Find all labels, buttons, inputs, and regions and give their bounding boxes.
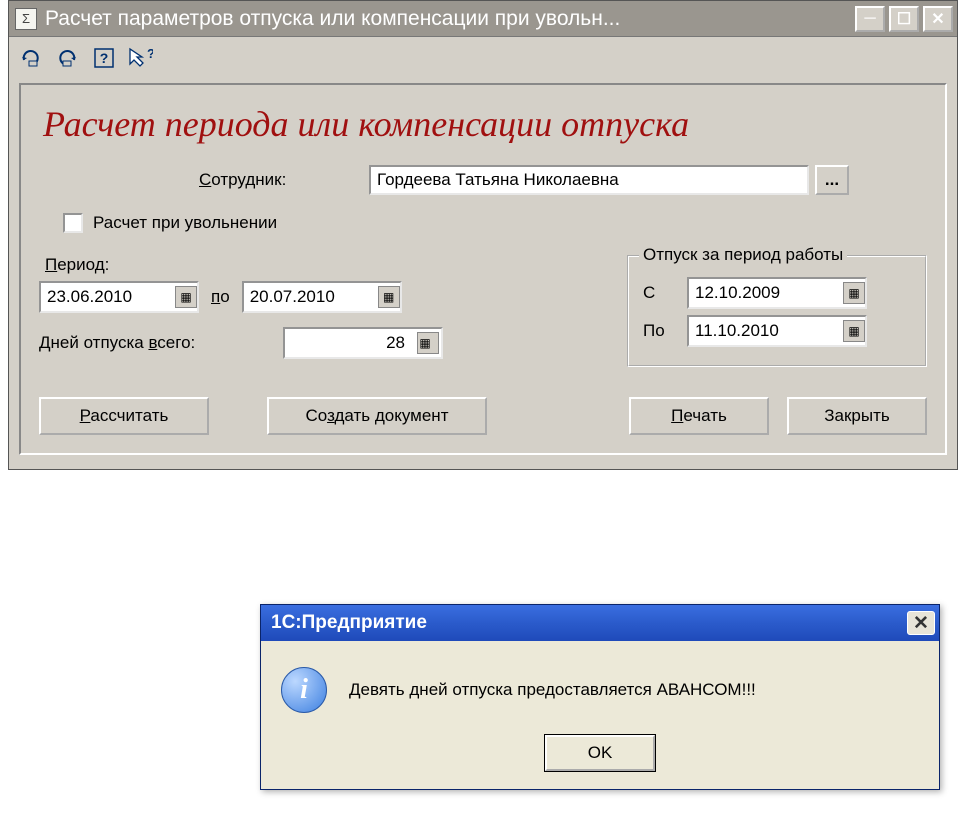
period-to-label: по bbox=[211, 287, 230, 307]
employee-row: Сотрудник: Гордеева Татьяна Николаевна .… bbox=[39, 165, 927, 195]
work-period-legend: Отпуск за период работы bbox=[639, 245, 847, 265]
create-document-button[interactable]: Создать документ bbox=[267, 397, 487, 435]
minimize-button[interactable]: ─ bbox=[855, 6, 885, 32]
days-input[interactable]: 28 ▦ bbox=[283, 327, 443, 359]
maximize-button[interactable]: ☐ bbox=[889, 6, 919, 32]
dismissal-checkbox[interactable] bbox=[63, 213, 83, 233]
ok-button[interactable]: OK bbox=[545, 735, 655, 771]
window-buttons: ─ ☐ ✕ bbox=[855, 6, 957, 32]
period-from-input[interactable]: 23.06.2010 ▦ bbox=[39, 281, 199, 313]
work-from-row: С 12.10.2009 ▦ bbox=[643, 277, 911, 309]
toolbar-action1-icon[interactable] bbox=[19, 45, 45, 71]
svg-text:?: ? bbox=[147, 46, 153, 61]
calendar-icon[interactable]: ▦ bbox=[175, 286, 197, 308]
page-heading: Расчет периода или компенсации отпуска bbox=[43, 103, 927, 145]
period-inputs: 23.06.2010 ▦ по 20.07.2010 ▦ bbox=[39, 281, 607, 313]
period-to-value: 20.07.2010 bbox=[250, 287, 335, 307]
calendar-icon[interactable]: ▦ bbox=[378, 286, 400, 308]
employee-input[interactable]: Гордеева Татьяна Николаевна bbox=[369, 165, 809, 195]
period-block: Период: 23.06.2010 ▦ по 20.07.2010 ▦ Дне… bbox=[39, 255, 607, 359]
mid-section: Период: 23.06.2010 ▦ по 20.07.2010 ▦ Дне… bbox=[39, 255, 927, 367]
work-to-row: По 11.10.2010 ▦ bbox=[643, 315, 911, 347]
days-label: Дней отпуска всего: bbox=[39, 333, 269, 353]
message-dialog: 1С:Предприятие ✕ i Девять дней отпуска п… bbox=[260, 604, 940, 790]
button-row: Рассчитать Создать документ Печать Закры… bbox=[39, 397, 927, 435]
dialog-close-button[interactable]: ✕ bbox=[907, 611, 935, 635]
period-to-input[interactable]: 20.07.2010 ▦ bbox=[242, 281, 402, 313]
employee-value: Гордеева Татьяна Николаевна bbox=[377, 170, 619, 190]
main-window: Σ Расчет параметров отпуска или компенса… bbox=[8, 0, 958, 470]
form-panel: Расчет периода или компенсации отпуска С… bbox=[19, 83, 947, 455]
dialog-titlebar: 1С:Предприятие ✕ bbox=[261, 605, 939, 641]
dialog-body: i Девять дней отпуска предоставляется АВ… bbox=[261, 641, 939, 727]
employee-lookup-button[interactable]: ... bbox=[815, 165, 849, 195]
days-row: Дней отпуска всего: 28 ▦ bbox=[39, 327, 607, 359]
close-button[interactable]: ✕ bbox=[923, 6, 953, 32]
toolbar-action2-icon[interactable] bbox=[55, 45, 81, 71]
dialog-message: Девять дней отпуска предоставляется АВАН… bbox=[349, 680, 756, 700]
work-to-input[interactable]: 11.10.2010 ▦ bbox=[687, 315, 867, 347]
days-value: 28 bbox=[386, 333, 411, 353]
work-to-label: По bbox=[643, 321, 675, 341]
dialog-title: 1С:Предприятие bbox=[271, 612, 427, 634]
app-icon: Σ bbox=[15, 8, 37, 30]
titlebar: Σ Расчет параметров отпуска или компенса… bbox=[9, 1, 957, 37]
work-from-value: 12.10.2009 bbox=[695, 283, 780, 303]
calendar-icon[interactable]: ▦ bbox=[843, 282, 865, 304]
dismissal-row: Расчет при увольнении bbox=[63, 213, 927, 233]
whats-this-icon[interactable]: ? bbox=[127, 45, 153, 71]
window-title: Расчет параметров отпуска или компенсаци… bbox=[45, 7, 855, 31]
employee-label: Сотрудник: bbox=[39, 170, 369, 190]
help-icon[interactable]: ? bbox=[91, 45, 117, 71]
period-label: Период: bbox=[45, 255, 607, 275]
info-icon: i bbox=[281, 667, 327, 713]
close-form-button[interactable]: Закрыть bbox=[787, 397, 927, 435]
svg-text:?: ? bbox=[100, 50, 109, 66]
calc-icon[interactable]: ▦ bbox=[417, 332, 439, 354]
work-to-value: 11.10.2010 bbox=[695, 321, 779, 341]
work-from-input[interactable]: 12.10.2009 ▦ bbox=[687, 277, 867, 309]
work-from-label: С bbox=[643, 283, 675, 303]
print-button[interactable]: Печать bbox=[629, 397, 769, 435]
toolbar: ? ? bbox=[9, 37, 957, 79]
work-period-group: Отпуск за период работы С 12.10.2009 ▦ П… bbox=[627, 255, 927, 367]
period-from-value: 23.06.2010 bbox=[47, 287, 132, 307]
dialog-footer: OK bbox=[261, 727, 939, 789]
calendar-icon[interactable]: ▦ bbox=[843, 320, 865, 342]
dismissal-label: Расчет при увольнении bbox=[93, 213, 277, 233]
calculate-button[interactable]: Рассчитать bbox=[39, 397, 209, 435]
